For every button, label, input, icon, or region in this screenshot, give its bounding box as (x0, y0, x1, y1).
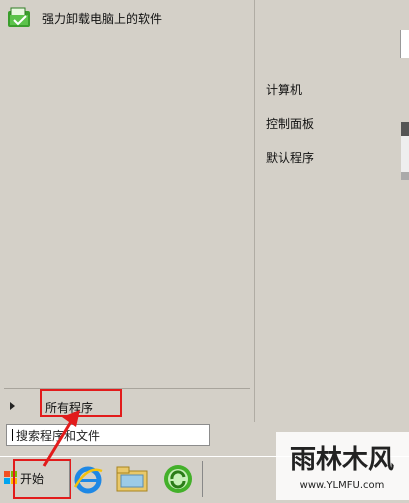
right-edge-window (400, 30, 409, 58)
menu-item-control-panel[interactable]: 控制面板 (266, 115, 314, 132)
search-input[interactable]: 搜索程序和文件 (6, 424, 210, 446)
search-placeholder: 搜索程序和文件 (16, 428, 101, 443)
watermark-title: 雨林木风 (290, 445, 394, 475)
all-programs-highlight (40, 389, 122, 417)
right-edge-light (401, 136, 409, 172)
watermark-url: www.YLMFU.com (300, 480, 385, 491)
right-edge-band (401, 122, 409, 136)
program-uninstaller[interactable]: 强力卸载电脑上的软件 (6, 4, 236, 32)
menu-item-default-programs[interactable]: 默认程序 (266, 149, 314, 166)
uninstaller-icon (6, 5, 34, 31)
start-menu-left-pane: 强力卸载电脑上的软件 所有程序 (0, 0, 255, 422)
watermark-logo: 雨林木风 www.YLMFU.com (276, 432, 409, 500)
file-explorer-icon[interactable] (115, 463, 148, 495)
refresh-green-icon[interactable] (162, 463, 194, 495)
right-edge (401, 0, 409, 22)
internet-explorer-icon[interactable] (72, 463, 104, 495)
start-highlight (13, 459, 71, 499)
all-programs-button[interactable]: 所有程序 (0, 393, 250, 419)
start-menu-right-pane: 计算机 控制面板 默认程序 (255, 0, 409, 422)
taskbar-separator (69, 461, 70, 497)
taskbar-separator (202, 461, 203, 497)
program-label: 强力卸载电脑上的软件 (42, 11, 163, 26)
right-edge-grey (401, 172, 409, 180)
menu-item-computer[interactable]: 计算机 (266, 81, 302, 98)
arrow-right-icon (10, 402, 15, 410)
text-caret (12, 429, 13, 441)
